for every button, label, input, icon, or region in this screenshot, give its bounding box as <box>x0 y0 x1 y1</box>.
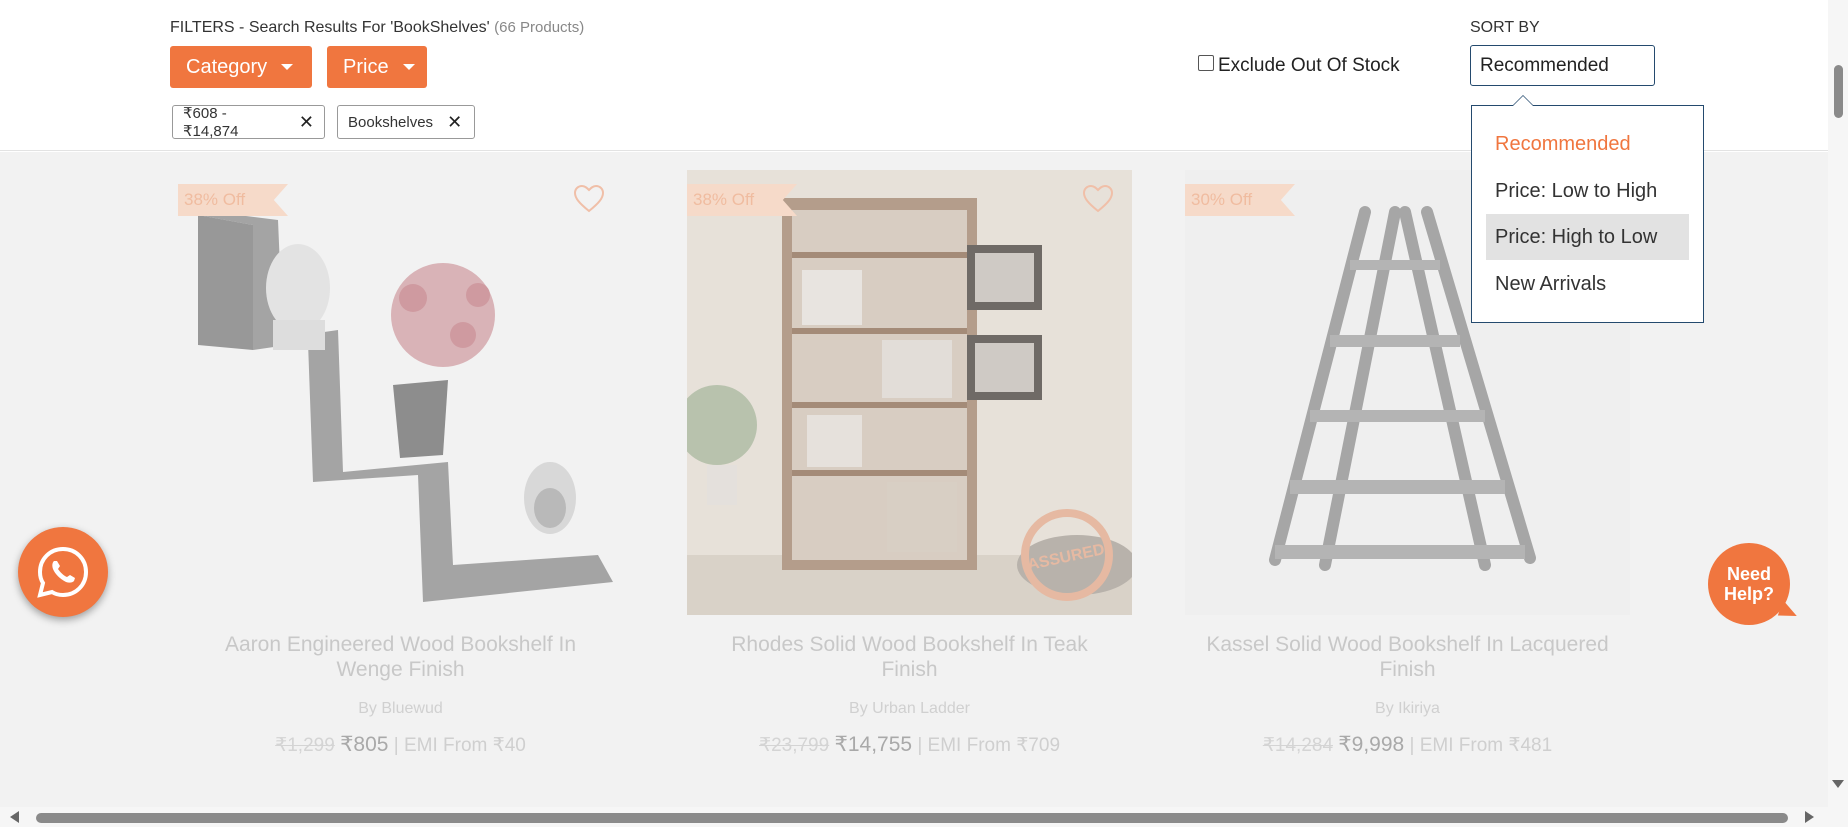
scroll-left-arrow-icon[interactable] <box>10 811 19 823</box>
whatsapp-button[interactable] <box>18 527 108 617</box>
product-sale-price: ₹14,755 <box>834 733 913 756</box>
vertical-scroll-thumb[interactable] <box>1834 65 1843 118</box>
product-brand[interactable]: By Ikiriya <box>1185 700 1630 718</box>
product-emi: | EMI From ₹481 <box>1409 735 1553 756</box>
bookshelf-room-illustration: ASSURED <box>687 170 1132 615</box>
horizontal-scroll-thumb[interactable] <box>36 813 1788 823</box>
product-title[interactable]: Kassel Solid Wood Bookshelf In Lacquered… <box>1205 632 1610 682</box>
need-help-label: Need Help? <box>1724 564 1774 604</box>
product-price: ₹1,299 ₹805 | EMI From ₹40 <box>178 732 623 757</box>
product-emi: | EMI From ₹40 <box>393 735 526 756</box>
horizontal-scrollbar[interactable] <box>0 807 1848 827</box>
exclude-out-of-stock[interactable]: Exclude Out Of Stock <box>1198 55 1400 77</box>
exclude-out-of-stock-label: Exclude Out Of Stock <box>1218 55 1400 76</box>
product-brand[interactable]: By Urban Ladder <box>687 700 1132 718</box>
whatsapp-icon <box>37 546 89 598</box>
need-help-line2: Help? <box>1723 584 1774 604</box>
exclude-out-of-stock-checkbox[interactable] <box>1198 55 1214 71</box>
scroll-right-arrow-icon[interactable] <box>1805 811 1814 823</box>
caret-down-icon <box>281 64 294 70</box>
product-price: ₹23,799 ₹14,755 | EMI From ₹709 <box>687 732 1132 757</box>
product-emi: | EMI From ₹709 <box>917 735 1061 756</box>
chip-label: Bookshelves <box>348 113 434 131</box>
need-help-button[interactable]: Need Help? <box>1708 543 1790 625</box>
price-filter-label: Price <box>343 55 389 78</box>
filter-heading: FILTERS - Search Results For 'BookShelve… <box>170 19 584 37</box>
need-help-line1: Need <box>1726 564 1771 584</box>
sort-option-price-low-high[interactable]: Price: Low to High <box>1486 168 1689 214</box>
product-sale-price: ₹9,998 <box>1338 733 1405 756</box>
result-count: (66 Products) <box>494 19 585 36</box>
product-mrp: ₹14,284 <box>1262 735 1334 756</box>
discount-badge: 38% Off <box>178 184 288 216</box>
vertical-scrollbar[interactable] <box>1828 0 1848 807</box>
category-filter-button[interactable]: Category <box>170 46 312 88</box>
sort-option-price-high-low[interactable]: Price: High to Low <box>1486 214 1689 260</box>
discount-badge: 38% Off <box>687 184 797 216</box>
category-filter-label: Category <box>186 55 268 78</box>
chip-label: ₹608 - ₹14,874 <box>183 105 239 140</box>
sort-option-new-arrivals[interactable]: New Arrivals <box>1486 261 1689 307</box>
applied-filter-chip-category: Bookshelves ✕ <box>337 105 475 139</box>
product-mrp: ₹1,299 <box>275 735 335 756</box>
wishlist-heart-icon[interactable] <box>573 184 605 214</box>
product-brand[interactable]: By Bluewud <box>178 700 623 718</box>
scroll-down-arrow-icon[interactable] <box>1832 780 1844 788</box>
sort-by-label: SORT BY <box>1470 19 1540 36</box>
sort-select[interactable]: Recommended <box>1470 45 1655 86</box>
wishlist-heart-icon[interactable] <box>1082 184 1114 214</box>
product-mrp: ₹23,799 <box>758 735 830 756</box>
product-sale-price: ₹805 <box>340 733 389 756</box>
discount-badge: 30% Off <box>1185 184 1295 216</box>
remove-chip-icon[interactable]: ✕ <box>299 112 314 133</box>
remove-chip-icon[interactable]: ✕ <box>447 112 462 133</box>
caret-down-icon <box>402 64 415 70</box>
price-filter-button[interactable]: Price <box>327 46 427 88</box>
sort-dropdown-menu: Recommended Price: Low to High Price: Hi… <box>1471 95 1704 323</box>
product-title[interactable]: Aaron Engineered Wood Bookshelf In Wenge… <box>198 632 603 682</box>
wall-shelf-illustration <box>178 170 623 615</box>
filter-heading-text: FILTERS - Search Results For 'BookShelve… <box>170 19 490 36</box>
product-image[interactable]: 38% Off <box>178 170 623 615</box>
sort-option-recommended[interactable]: Recommended <box>1486 121 1689 167</box>
product-card[interactable]: 38% Off Aaron Engineered Wood Bookshelf … <box>178 170 623 780</box>
product-card[interactable]: ASSURED 38% Off Rhodes Solid Wood Booksh… <box>687 170 1132 780</box>
product-price: ₹14,284 ₹9,998 | EMI From ₹481 <box>1185 732 1630 757</box>
product-title[interactable]: Rhodes Solid Wood Bookshelf In Teak Fini… <box>707 632 1112 682</box>
product-image[interactable]: ASSURED 38% Off <box>687 170 1132 615</box>
applied-filter-chip-price: ₹608 - ₹14,874 ✕ <box>172 105 325 140</box>
